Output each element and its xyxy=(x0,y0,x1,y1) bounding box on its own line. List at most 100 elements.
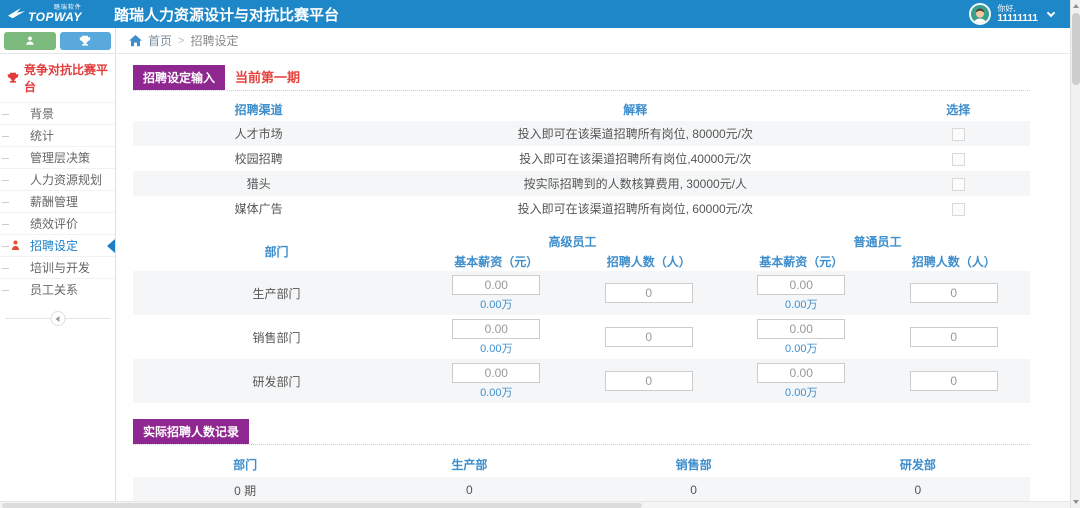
record-badge: 实际招聘人数记录 xyxy=(133,419,249,444)
dept-name: 销售部门 xyxy=(133,315,420,359)
tab-competition[interactable] xyxy=(60,32,112,50)
normal-salary-wan-label: 0.00万 xyxy=(725,340,877,356)
senior-salary-input-rd[interactable] xyxy=(452,363,540,383)
senior-salary-wan-label: 0.00万 xyxy=(420,384,572,400)
channels-table: 招聘渠道 解释 选择 人才市场 投入即可在该渠道招聘所有岗位, 80000元/次… xyxy=(133,97,1030,221)
normal-salary-wan-label: 0.00万 xyxy=(725,296,877,312)
sidebar-item-hr-planning[interactable]: 人力资源规划 xyxy=(0,168,115,190)
tab-practice[interactable] xyxy=(4,32,56,50)
record-header-dept: 部门 xyxy=(133,451,357,477)
table-row: 猎头 按实际招聘到的人数核算费用, 30000元/人 xyxy=(133,171,1030,196)
senior-count-input-production[interactable] xyxy=(605,283,693,303)
normal-count-input-production[interactable] xyxy=(910,283,998,303)
channel-checkbox-headhunter[interactable] xyxy=(952,178,965,191)
podium-icon xyxy=(24,35,36,47)
content: 招聘设定输入 当前第一期 招聘渠道 解释 选择 人才市场 投入即可在该渠道招聘所… xyxy=(117,54,1070,501)
sidebar-item-employee-relations[interactable]: 员工关系 xyxy=(0,278,115,300)
chevron-down-icon[interactable] xyxy=(1047,9,1055,17)
wing-icon xyxy=(8,8,25,20)
recruit-input-badge: 招聘设定输入 xyxy=(133,65,225,90)
normal-salary-input-production[interactable] xyxy=(757,275,845,295)
sidebar: 竞争对抗比赛平台 背景 统计 管理层决策 人力资源规划 薪酬管理 绩效评价 招聘… xyxy=(0,28,116,501)
channel-checkbox-talent-market[interactable] xyxy=(952,128,965,141)
senior-salary-input-sales[interactable] xyxy=(452,319,540,339)
salary-header-base-salary: 基本薪资（元） xyxy=(725,251,877,271)
user-name: 11111111 xyxy=(997,13,1038,25)
sidebar-item-label: 招聘设定 xyxy=(30,239,78,253)
sidebar-collapse-button[interactable] xyxy=(50,311,65,326)
sidebar-item-recruit-setting[interactable]: 招聘设定 xyxy=(0,234,115,256)
table-row: 研发部门 0.00万 0.00万 xyxy=(133,359,1030,403)
normal-salary-wan-label: 0.00万 xyxy=(725,384,877,400)
current-period-label: 当前第一期 xyxy=(235,67,300,90)
salary-header-headcount: 招聘人数（人） xyxy=(877,251,1030,271)
senior-salary-wan-label: 0.00万 xyxy=(420,296,572,312)
sidebar-item-performance[interactable]: 绩效评价 xyxy=(0,212,115,234)
sidebar-tabs xyxy=(0,28,115,54)
sidebar-item-label: 管理层决策 xyxy=(30,151,90,165)
active-item-arrow-icon xyxy=(107,239,115,253)
sidebar-platform-label: 竞争对抗比赛平台 xyxy=(24,61,111,95)
sidebar-item-background[interactable]: 背景 xyxy=(0,102,115,124)
record-value: 0 xyxy=(582,477,806,501)
breadcrumb: 首页 > 招聘设定 xyxy=(117,28,1070,54)
channel-name: 人才市场 xyxy=(133,121,384,146)
scroll-down-arrow-icon[interactable] xyxy=(1071,496,1080,508)
salary-header-headcount: 招聘人数（人） xyxy=(573,251,725,271)
sidebar-item-statistics[interactable]: 统计 xyxy=(0,124,115,146)
scroll-up-arrow-icon[interactable] xyxy=(1071,0,1080,12)
channel-checkbox-media-ad[interactable] xyxy=(952,203,965,216)
channel-name: 校园招聘 xyxy=(133,146,384,171)
table-row: 销售部门 0.00万 0.00万 xyxy=(133,315,1030,359)
record-header-rd: 研发部 xyxy=(806,451,1030,477)
sidebar-item-management-decision[interactable]: 管理层决策 xyxy=(0,146,115,168)
normal-salary-input-rd[interactable] xyxy=(757,363,845,383)
topway-logo: 踏瑞软件 TOPWAY xyxy=(0,5,104,23)
senior-count-input-rd[interactable] xyxy=(605,371,693,391)
vertical-scrollbar[interactable] xyxy=(1070,0,1080,508)
channel-checkbox-campus[interactable] xyxy=(952,153,965,166)
salary-header-base-salary: 基本薪资（元） xyxy=(420,251,572,271)
horizontal-scrollbar-thumb[interactable] xyxy=(2,503,642,508)
trophy-icon xyxy=(7,72,19,84)
horizontal-scrollbar[interactable] xyxy=(0,501,1070,508)
breadcrumb-current: 招聘设定 xyxy=(190,32,238,49)
table-row: 生产部门 0.00万 0.00万 xyxy=(133,271,1030,315)
sidebar-platform-header[interactable]: 竞争对抗比赛平台 xyxy=(0,54,115,102)
table-row: 媒体广告 投入即可在该渠道招聘所有岗位, 60000元/次 xyxy=(133,196,1030,221)
senior-salary-input-production[interactable] xyxy=(452,275,540,295)
breadcrumb-home[interactable]: 首页 xyxy=(148,32,172,49)
record-section-header: 实际招聘人数记录 xyxy=(133,419,1030,445)
app-title: 踏瑞人力资源设计与对抗比赛平台 xyxy=(114,4,339,25)
vertical-scrollbar-thumb[interactable] xyxy=(1072,13,1080,85)
normal-count-input-rd[interactable] xyxy=(910,371,998,391)
channels-header-channel: 招聘渠道 xyxy=(133,97,384,121)
sidebar-item-label: 薪酬管理 xyxy=(30,195,78,209)
breadcrumb-separator: > xyxy=(178,35,184,47)
sidebar-item-label: 员工关系 xyxy=(30,283,78,297)
sidebar-item-training[interactable]: 培训与开发 xyxy=(0,256,115,278)
table-row: 校园招聘 投入即可在该渠道招聘所有岗位,40000元/次 xyxy=(133,146,1030,171)
table-row: 0 期 0 0 0 xyxy=(133,477,1030,501)
sidebar-collapse-row xyxy=(0,308,115,328)
recruit-section-header: 招聘设定输入 当前第一期 xyxy=(133,65,1030,91)
salary-group-senior: 高级员工 xyxy=(420,231,725,251)
record-header-sales: 销售部 xyxy=(582,451,806,477)
channel-name: 媒体广告 xyxy=(133,196,384,221)
channel-desc: 按实际招聘到的人数核算费用, 30000元/人 xyxy=(384,171,886,196)
normal-count-input-sales[interactable] xyxy=(910,327,998,347)
avatar[interactable] xyxy=(969,3,991,25)
salary-group-normal: 普通员工 xyxy=(725,231,1030,251)
logo-text: TOPWAY xyxy=(28,11,82,23)
sidebar-item-salary-management[interactable]: 薪酬管理 xyxy=(0,190,115,212)
normal-salary-input-sales[interactable] xyxy=(757,319,845,339)
senior-count-input-sales[interactable] xyxy=(605,327,693,347)
sidebar-item-label: 人力资源规划 xyxy=(30,173,102,187)
user-menu[interactable]: 你好, 11111111 xyxy=(969,3,1070,25)
salary-table: 部门 高级员工 普通员工 基本薪资（元） 招聘人数（人） 基本薪资（元） 招聘人… xyxy=(133,231,1030,403)
channels-header-desc: 解释 xyxy=(384,97,886,121)
home-icon[interactable] xyxy=(129,35,142,47)
person-pin-icon xyxy=(11,240,20,251)
user-greeting: 你好, xyxy=(997,4,1038,13)
channel-name: 猎头 xyxy=(133,171,384,196)
